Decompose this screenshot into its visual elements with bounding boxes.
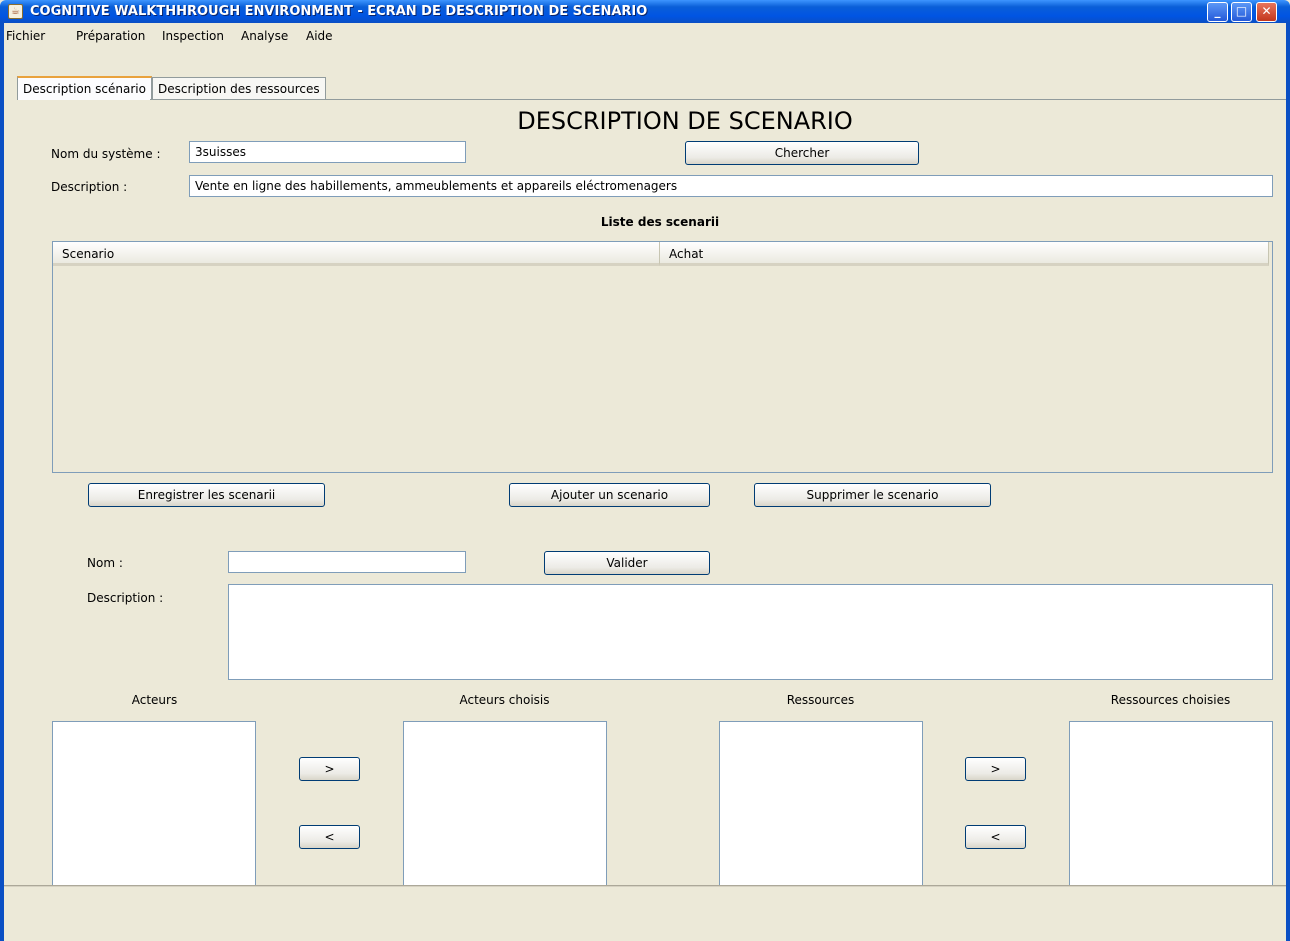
menu-analyse[interactable]: Analyse: [241, 28, 288, 44]
tab-description-ressources[interactable]: Description des ressources: [152, 77, 326, 99]
bottom-separator: [4, 885, 1286, 887]
delete-scenario-button[interactable]: Supprimer le scenario: [754, 483, 991, 507]
window-border-left: [0, 23, 4, 941]
remove-resource-button[interactable]: <: [965, 825, 1026, 849]
scenario-name-field[interactable]: [228, 551, 466, 573]
column-header-achat[interactable]: Achat: [660, 242, 1269, 266]
actors-list[interactable]: [52, 721, 256, 887]
add-resource-button[interactable]: >: [965, 757, 1026, 781]
window-title: COGNITIVE WALKTHHROUGH ENVIRONMENT - ECR…: [30, 4, 648, 19]
page-title: DESCRIPTION DE SCENARIO: [517, 107, 853, 135]
search-button[interactable]: Chercher: [685, 141, 919, 165]
resources-list[interactable]: [719, 721, 923, 887]
minimize-icon[interactable]: _: [1207, 2, 1228, 22]
remove-actor-button[interactable]: <: [299, 825, 360, 849]
scenario-table[interactable]: Scenario Achat: [52, 241, 1273, 473]
validate-button[interactable]: Valider: [544, 551, 710, 575]
chosen-actors-list[interactable]: [403, 721, 607, 887]
menu-fichier[interactable]: Fichier: [6, 28, 45, 44]
close-icon[interactable]: ✕: [1256, 2, 1277, 22]
add-scenario-button[interactable]: Ajouter un scenario: [509, 483, 710, 507]
tab-divider: [150, 99, 1286, 100]
scenario-name-label: Nom :: [87, 556, 123, 570]
chosen-resources-label: Ressources choisies: [1110, 693, 1231, 707]
menu-aide[interactable]: Aide: [306, 28, 333, 44]
chosen-resources-list[interactable]: [1069, 721, 1273, 887]
add-actor-button[interactable]: >: [299, 757, 360, 781]
system-description-field[interactable]: Vente en ligne des habillements, ammeubl…: [189, 175, 1273, 197]
system-name-field[interactable]: 3suisses: [189, 141, 466, 163]
menu-inspection[interactable]: Inspection: [162, 28, 224, 44]
resources-label: Ressources: [786, 693, 855, 707]
scenario-list-title: Liste des scenarii: [600, 215, 720, 229]
column-header-scenario[interactable]: Scenario: [53, 242, 660, 266]
chosen-actors-label: Acteurs choisis: [459, 693, 550, 707]
system-name-label: Nom du système :: [51, 147, 161, 161]
system-description-label: Description :: [51, 180, 128, 194]
maximize-icon[interactable]: □: [1231, 2, 1252, 22]
window-border-right: [1286, 23, 1290, 941]
scenario-description-textarea[interactable]: [228, 584, 1273, 680]
scenario-description-label: Description :: [87, 591, 164, 605]
tab-description-scenario[interactable]: Description scénario: [17, 76, 152, 100]
java-app-icon: ☕: [8, 4, 23, 19]
save-scenarios-button[interactable]: Enregistrer les scenarii: [88, 483, 325, 507]
menu-preparation[interactable]: Préparation: [76, 28, 145, 44]
actors-label: Acteurs: [131, 693, 178, 707]
